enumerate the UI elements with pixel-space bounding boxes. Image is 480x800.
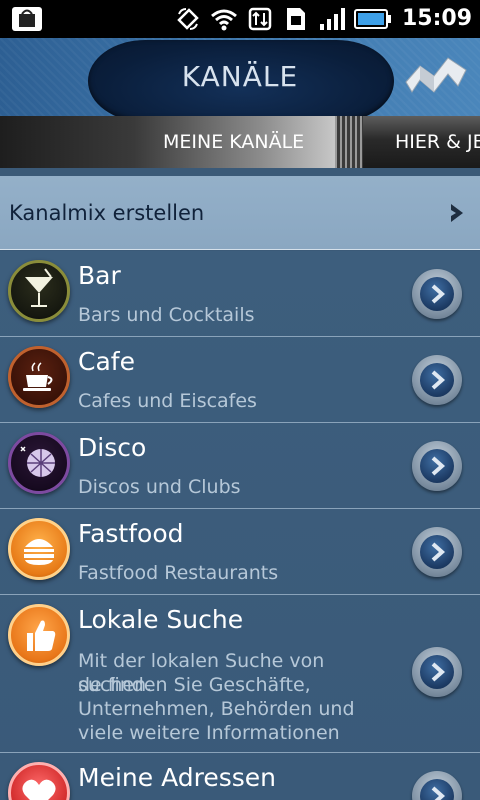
- channel-title: Lokale Suche: [78, 605, 244, 634]
- status-bar: 15:09: [0, 0, 480, 38]
- channel-subtitle: Cafes und Eiscafes: [78, 390, 257, 412]
- heart-icon: [8, 762, 70, 800]
- open-channel-button[interactable]: [412, 527, 462, 577]
- sim-icon: [282, 5, 310, 33]
- wifi-icon: [210, 5, 238, 33]
- channel-subtitle: Fastfood Restaurants: [78, 562, 279, 584]
- cocktail-icon: [8, 260, 70, 322]
- channel-subtitle: Discos und Clubs: [78, 476, 241, 498]
- channel-title: Bar: [78, 261, 121, 290]
- open-channel-button[interactable]: [412, 441, 462, 491]
- chevron-right-icon: [431, 662, 446, 682]
- tab-meine-kanaele-label[interactable]: MEINE KANÄLE: [163, 116, 304, 168]
- disco-ball-icon: [8, 432, 70, 494]
- list-item[interactable]: Cafe Cafes und Eiscafes: [0, 337, 480, 423]
- open-channel-button[interactable]: [412, 269, 462, 319]
- coffee-cup-icon: [8, 346, 70, 408]
- data-transfer-icon: [246, 5, 274, 33]
- tab-divider: [335, 116, 363, 168]
- tab-bar: MEINE KANÄLE HIER & JE: [0, 116, 480, 168]
- burger-icon: [8, 518, 70, 580]
- channel-title: Cafe: [78, 347, 135, 376]
- list-item[interactable]: Meine Adressen: [0, 753, 480, 800]
- channel-subtitle-line: Unternehmen, Behörden und: [78, 698, 355, 720]
- thumbs-up-icon: [8, 604, 70, 666]
- create-mix-row[interactable]: Kanalmix erstellen: [0, 176, 480, 250]
- open-channel-button[interactable]: [412, 771, 462, 800]
- battery-icon: [354, 5, 392, 33]
- chevron-right-icon: [431, 456, 446, 476]
- tab-hier-jetzt-label[interactable]: HIER & JE: [395, 116, 480, 168]
- create-mix-label: Kanalmix erstellen: [9, 201, 205, 225]
- app-screen: 15:09 KANÄLE MEINE KANÄLE HIER & JE Kana…: [0, 0, 480, 800]
- channel-subtitle-line: de finden Sie Geschäfte,: [78, 674, 311, 696]
- list-item[interactable]: Disco Discos und Clubs: [0, 423, 480, 509]
- clock: 15:09: [401, 6, 472, 31]
- channel-subtitle: Bars und Cocktails: [78, 304, 255, 326]
- list-item[interactable]: Lokale Suche Mit der lokalen Suche von s…: [0, 595, 480, 753]
- open-channel-button[interactable]: [412, 647, 462, 697]
- app-logo-icon[interactable]: [404, 52, 470, 98]
- channel-list: Bar Bars und Cocktails Cafe Cafes und Ei…: [0, 251, 480, 800]
- chevron-right-icon: [451, 204, 463, 222]
- channel-title: Meine Adressen: [78, 763, 276, 792]
- chevron-right-icon: [431, 786, 446, 800]
- channel-title: Disco: [78, 433, 147, 462]
- signal-icon: [318, 5, 346, 33]
- app-notification-icon: [10, 5, 44, 33]
- channel-subtitle-line: viele weitere Informationen: [78, 722, 340, 744]
- rotate-icon: [174, 5, 202, 33]
- list-item[interactable]: Bar Bars und Cocktails: [0, 251, 480, 337]
- open-channel-button[interactable]: [412, 355, 462, 405]
- list-item[interactable]: Fastfood Fastfood Restaurants: [0, 509, 480, 595]
- channel-title: Fastfood: [78, 519, 184, 548]
- chevron-right-icon: [431, 370, 446, 390]
- chevron-right-icon: [431, 284, 446, 304]
- chevron-right-icon: [431, 542, 446, 562]
